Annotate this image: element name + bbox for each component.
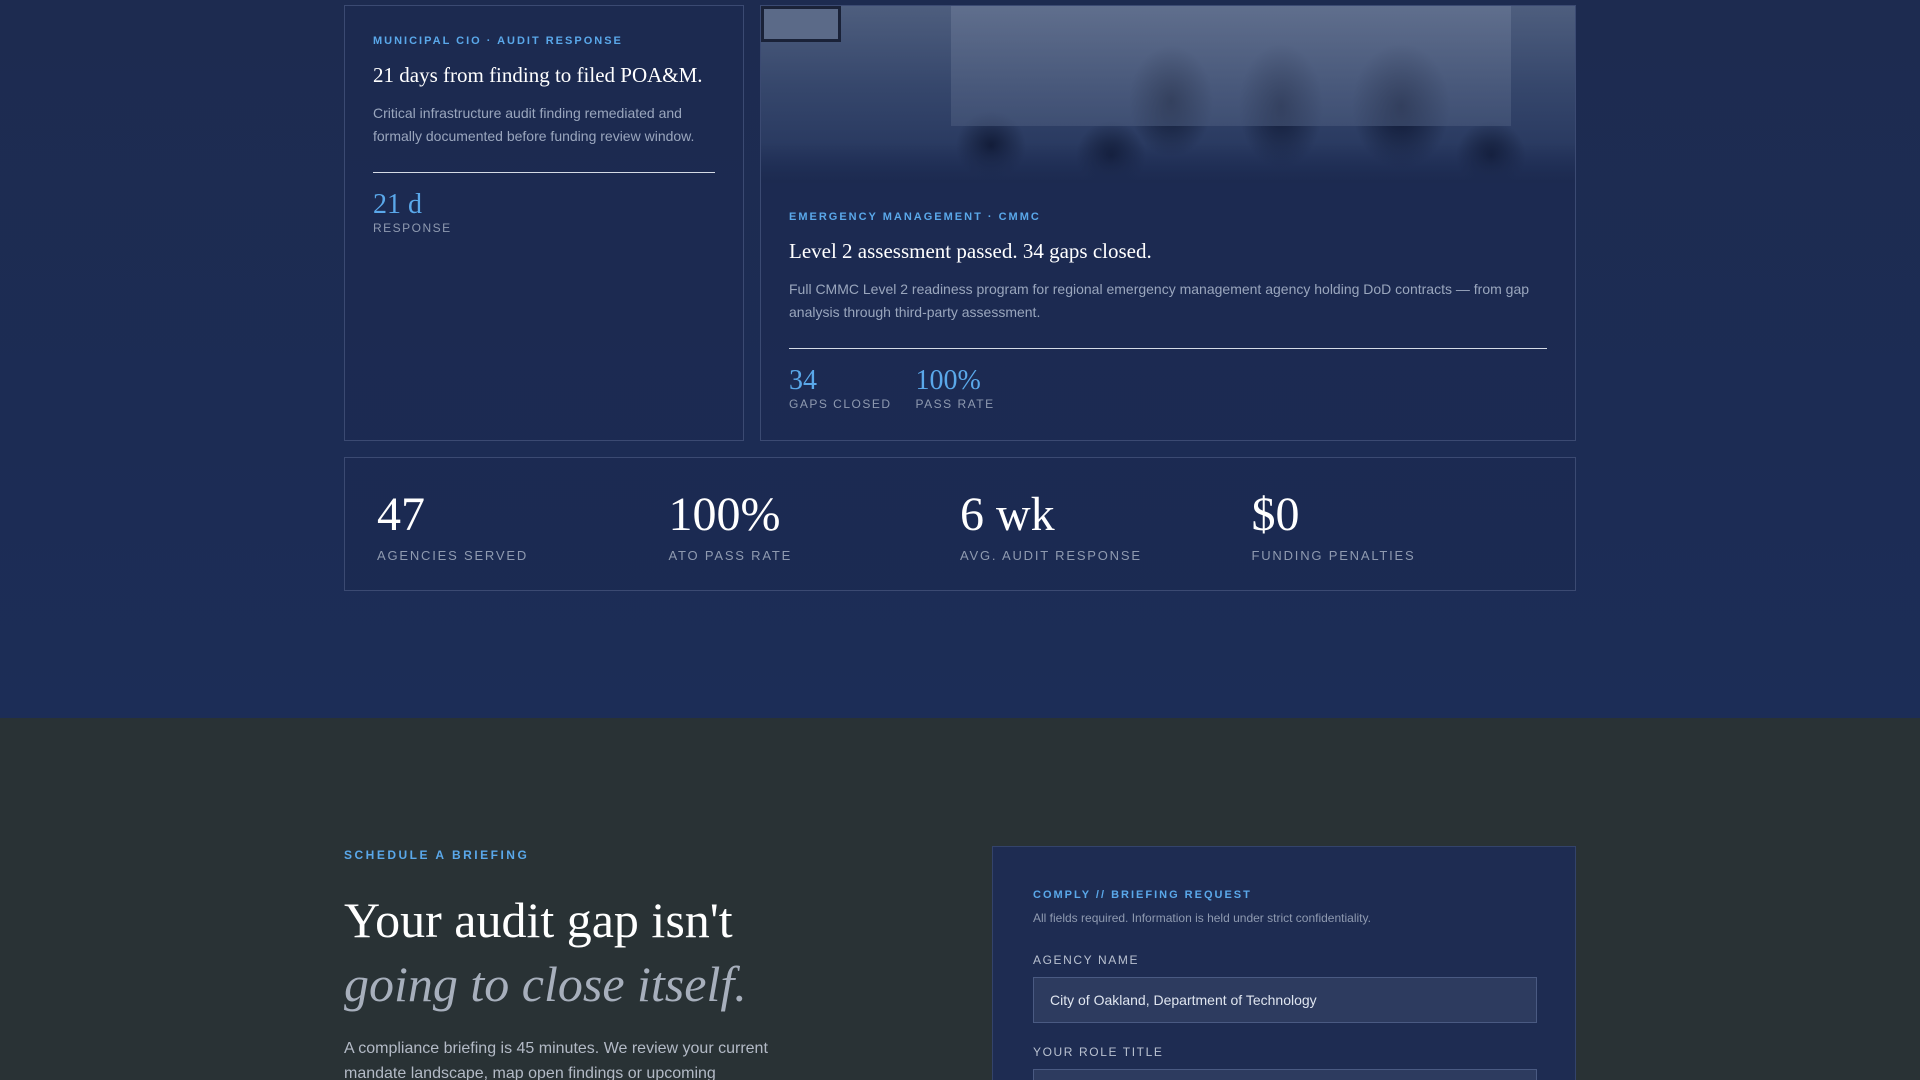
stat-label: AGENCIES SERVED (377, 548, 529, 563)
stat-label: ATO PASS RATE (668, 548, 793, 563)
photo-wall-frame (761, 6, 841, 42)
stat-label: AVG. AUDIT RESPONSE (960, 548, 1142, 563)
metric-label: PASS RATE (915, 397, 995, 411)
cta-heading: Your audit gap isn't going to close itse… (344, 888, 747, 1016)
divider (373, 172, 715, 173)
stat-ato: 100% ATO PASS RATE (668, 488, 961, 564)
metric-value: 100% (915, 365, 981, 396)
team-meeting-photo (761, 6, 1575, 183)
photo-fade (761, 143, 1575, 183)
case-study-description: Full CMMC Level 2 readiness program for … (789, 281, 1530, 320)
metric-value: 34 (789, 365, 817, 396)
case-study-metrics: 34 GAPS CLOSED 100% PASS RATE (789, 365, 1547, 412)
metric: 21 d RESPONSE (373, 189, 452, 236)
stat-value: 100% (668, 488, 781, 541)
agency-name-label: AGENCY NAME (1033, 953, 1140, 967)
metric-value: 21 d (373, 189, 422, 220)
photo-window (951, 6, 1511, 126)
stat-label: FUNDING PENALTIES (1251, 548, 1416, 563)
case-study-description: Critical infrastructure audit finding re… (373, 105, 695, 144)
stats-strip: 47 AGENCIES SERVED 100% ATO PASS RATE 6 … (344, 457, 1576, 591)
metric-label: GAPS CLOSED (789, 397, 892, 411)
cta-heading-line1: Your audit gap isn't (344, 892, 733, 948)
cta-heading-line2: going to close itself. (344, 956, 747, 1012)
stat-penalties: $0 FUNDING PENALTIES (1251, 488, 1544, 564)
metric: 100% PASS RATE (915, 365, 995, 412)
case-study-card-cmmc: EMERGENCY MANAGEMENT · CMMC Level 2 asse… (760, 5, 1576, 441)
divider (789, 348, 1547, 349)
stat-value: 6 wk (960, 488, 1055, 541)
cta-body: A compliance briefing is 45 minutes. We … (344, 1040, 768, 1080)
form-eyebrow: COMPLY // BRIEFING REQUEST (1033, 889, 1252, 901)
role-title-input[interactable] (1033, 1069, 1537, 1080)
briefing-request-form: COMPLY // BRIEFING REQUEST All fields re… (992, 846, 1576, 1080)
stat-value: 47 (377, 488, 425, 541)
metric-label: RESPONSE (373, 221, 452, 235)
case-study-eyebrow: MUNICIPAL CIO · AUDIT RESPONSE (373, 35, 623, 47)
case-study-title: 21 days from finding to filed POA&M. (373, 63, 703, 87)
briefing-section (0, 718, 1920, 1080)
metric: 34 GAPS CLOSED (789, 365, 892, 412)
case-study-title: Level 2 assessment passed. 34 gaps close… (789, 239, 1152, 263)
case-study-card-audit: MUNICIPAL CIO · AUDIT RESPONSE 21 days f… (344, 5, 744, 441)
case-study-metrics: 21 d RESPONSE (373, 189, 715, 236)
stat-audit-response: 6 wk AVG. AUDIT RESPONSE (960, 488, 1252, 564)
agency-name-input[interactable] (1033, 977, 1537, 1023)
stat-value: $0 (1251, 488, 1300, 541)
role-title-label: YOUR ROLE TITLE (1033, 1045, 1164, 1059)
stat-agencies: 47 AGENCIES SERVED (377, 488, 669, 564)
case-study-eyebrow: EMERGENCY MANAGEMENT · CMMC (789, 211, 1041, 223)
form-note: All fields required. Information is held… (1033, 911, 1371, 925)
cta-eyebrow: SCHEDULE A BRIEFING (344, 848, 530, 862)
